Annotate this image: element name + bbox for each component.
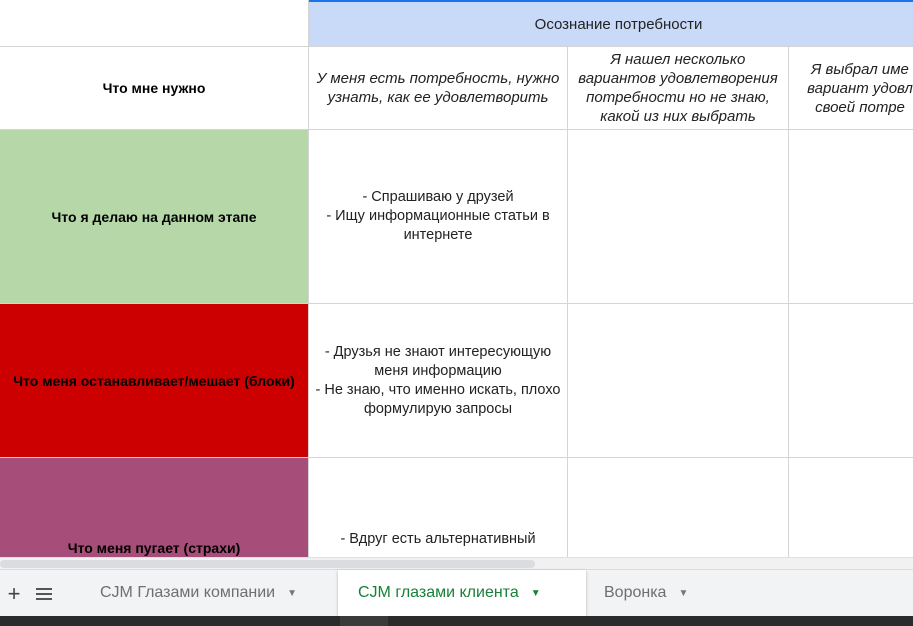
strip-segment — [340, 616, 388, 626]
row-label: Что меня пугает (страхи) — [67, 540, 241, 556]
stage-header-text: Осознание потребности — [534, 15, 703, 33]
sheet-tab-bar: + CJM Глазами компании ▼ CJM глазами кли… — [0, 569, 913, 617]
spreadsheet-grid: Осознание потребности Что мне нужно У ме… — [0, 0, 913, 557]
sheet-tab-label: CJM глазами клиента — [358, 584, 519, 601]
caret-down-icon[interactable]: ▼ — [287, 588, 297, 599]
header-empty-cell[interactable] — [0, 0, 309, 47]
cell-text: - Вдруг есть альтернативный — [340, 531, 536, 547]
empty-cell[interactable] — [568, 458, 789, 557]
cell-text: - Спрашиваю у друзей - Ищу информационны… — [326, 189, 550, 243]
sheet-tab-label: CJM Глазами компании — [100, 584, 276, 601]
empty-cell[interactable] — [568, 304, 789, 458]
sheet-tab-funnel[interactable]: Воронка ▼ — [590, 570, 720, 616]
sheet-tab-label: Воронка — [604, 584, 667, 601]
column-header-text: Я нашел несколько вариантов удовлетворен… — [578, 51, 778, 125]
corner-label-cell[interactable]: Что мне нужно — [0, 47, 309, 130]
column-header-2[interactable]: Я нашел несколько вариантов удовлетворен… — [568, 47, 789, 130]
sheet-tab-cjm-company[interactable]: CJM Глазами компании ▼ — [86, 570, 336, 616]
row-label-cell[interactable]: Что я делаю на данном этапе — [0, 130, 309, 304]
column-header-3[interactable]: Я выбрал име вариант удовл своей потре — [789, 47, 913, 130]
row-label: Что я делаю на данном этапе — [51, 208, 257, 225]
data-cell[interactable]: - Друзья не знают интересующую меня инфо… — [309, 304, 568, 458]
menu-icon[interactable] — [30, 570, 58, 617]
plus-icon[interactable]: + — [0, 570, 28, 617]
caret-down-icon[interactable]: ▼ — [531, 588, 541, 599]
corner-label: Что мне нужно — [102, 80, 206, 96]
sheet-tab-cjm-client[interactable]: CJM глазами клиента ▼ — [338, 570, 586, 616]
empty-cell[interactable] — [789, 304, 913, 458]
row-label-cell[interactable]: Что меня останавливает/мешает (блоки) — [0, 304, 309, 458]
window-bottom-strip — [0, 616, 913, 626]
column-header-text: У меня есть потребность, нужно узнать, к… — [316, 70, 560, 106]
row-label: Что меня останавливает/мешает (блоки) — [13, 372, 295, 389]
row-label-cell[interactable]: Что меня пугает (страхи) — [0, 458, 309, 557]
column-header-1[interactable]: У меня есть потребность, нужно узнать, к… — [309, 47, 568, 130]
caret-down-icon[interactable]: ▼ — [678, 588, 688, 599]
cell-text: - Друзья не знают интересующую меня инфо… — [315, 343, 561, 417]
data-cell[interactable]: - Спрашиваю у друзей - Ищу информационны… — [309, 130, 568, 304]
scrollbar-thumb[interactable] — [0, 560, 535, 568]
column-header-text: Я выбрал име вариант удовл своей потре — [807, 60, 913, 116]
empty-cell[interactable] — [789, 130, 913, 304]
empty-cell[interactable] — [568, 130, 789, 304]
empty-cell[interactable] — [789, 458, 913, 557]
stage-header-cell[interactable]: Осознание потребности — [309, 0, 913, 47]
data-cell[interactable]: - Вдруг есть альтернативный — [309, 458, 568, 557]
